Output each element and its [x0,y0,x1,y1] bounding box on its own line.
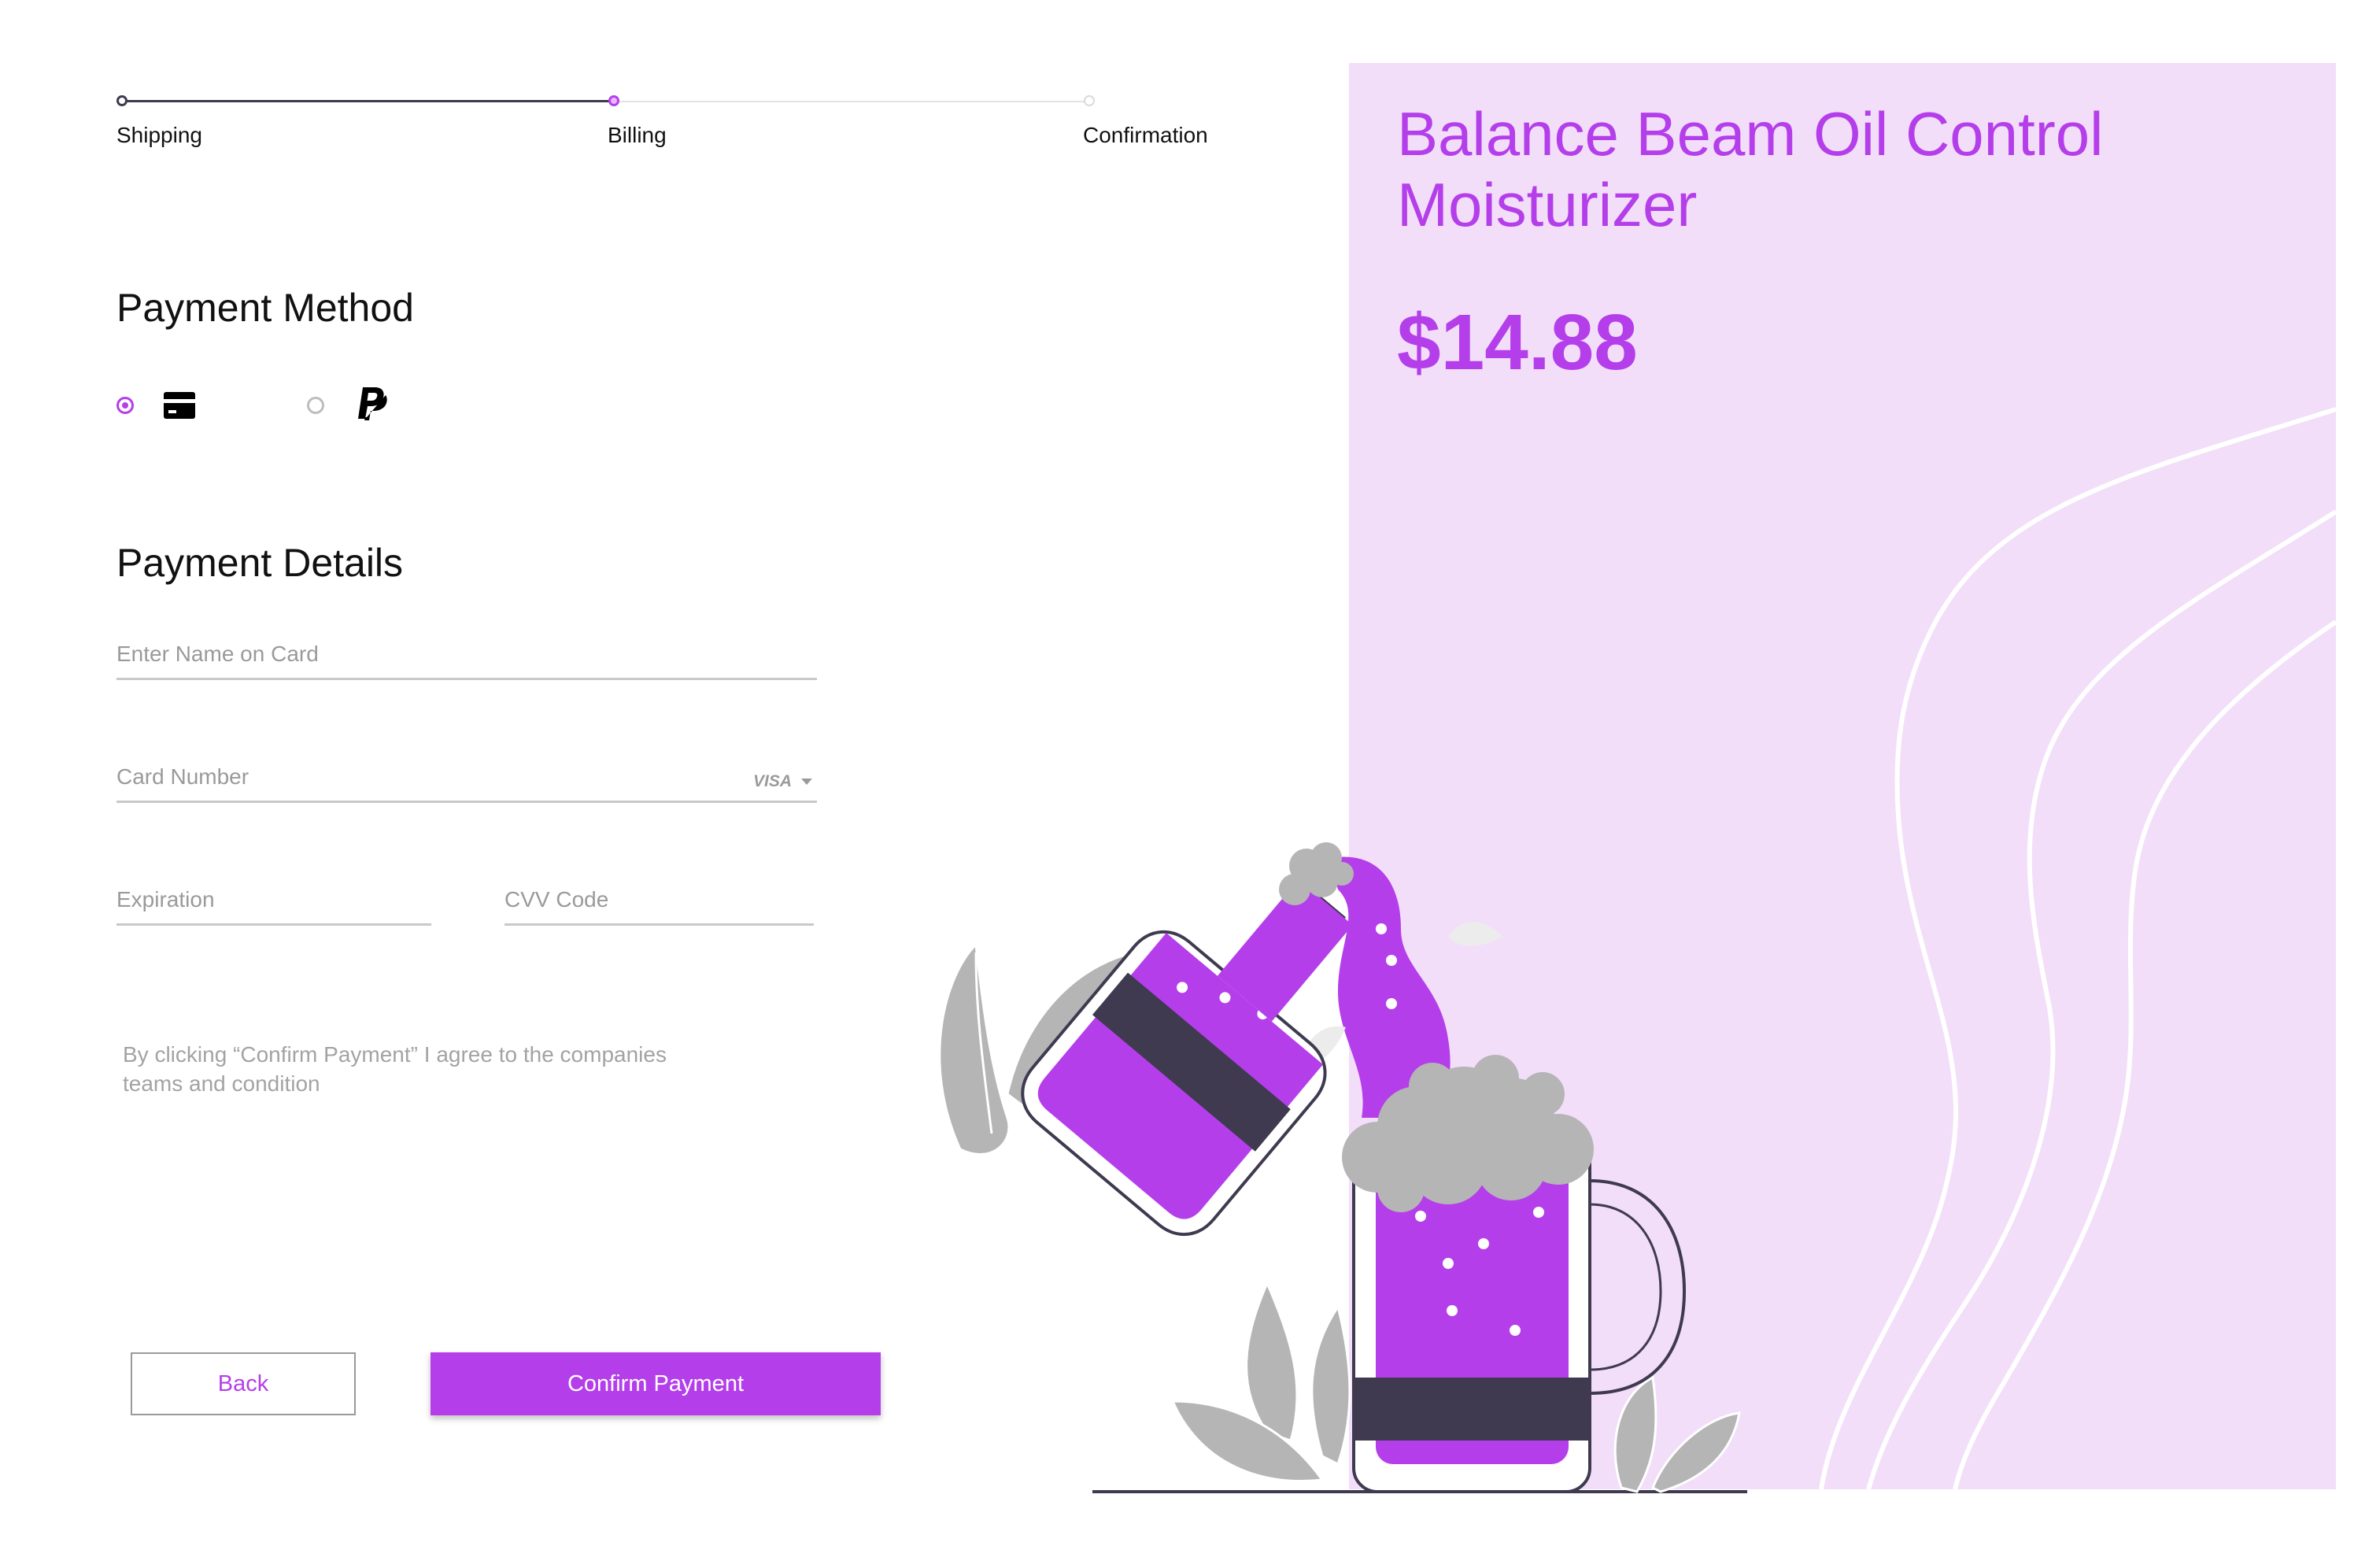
leaf-bottom-right-icon [1613,1375,1741,1493]
stepper-dot-billing [608,95,619,106]
name-on-card-input[interactable] [116,642,817,667]
product-name: Balance Beam Oil Control Moisturizer [1397,99,2104,239]
card-brand-select[interactable]: VISA [753,772,814,791]
paypal-radio[interactable] [307,397,324,414]
payment-details-title: Payment Details [116,541,404,585]
cvv-input[interactable] [504,887,814,912]
card-radio[interactable] [116,397,134,414]
back-button[interactable]: Back [131,1352,356,1415]
cvv-field [504,887,814,926]
payment-option-paypal[interactable] [307,386,394,425]
card-number-input[interactable] [116,764,730,790]
card-number-field: VISA [116,764,817,803]
leaf-bottom-left-icon [1170,1280,1351,1482]
step-shipping-label[interactable]: Shipping [116,123,202,148]
step-confirmation-label[interactable]: Confirmation [1083,123,1208,148]
credit-card-icon [164,392,195,419]
expiration-input[interactable] [116,887,431,912]
stepper-dot-shipping [116,95,128,106]
product-price: $14.88 [1397,298,1638,386]
stepper-line-completed [121,100,614,102]
payment-option-card[interactable] [116,386,203,425]
card-brand-label: VISA [752,772,792,790]
bottle-foam [1279,842,1354,905]
expiration-field [116,887,431,926]
confirm-payment-button[interactable]: Confirm Payment [431,1352,881,1415]
payment-method-title: Payment Method [116,286,414,330]
chevron-down-icon [801,779,812,785]
stepper-dot-confirmation [1084,95,1095,106]
beer-illustration [938,842,1747,1493]
stepper-line-pending [614,101,1089,102]
name-on-card-field [116,642,817,680]
terms-text: By clicking “Confirm Payment” I agree to… [123,1042,667,1096]
step-billing-label[interactable]: Billing [608,123,667,148]
paypal-icon [358,387,387,420]
